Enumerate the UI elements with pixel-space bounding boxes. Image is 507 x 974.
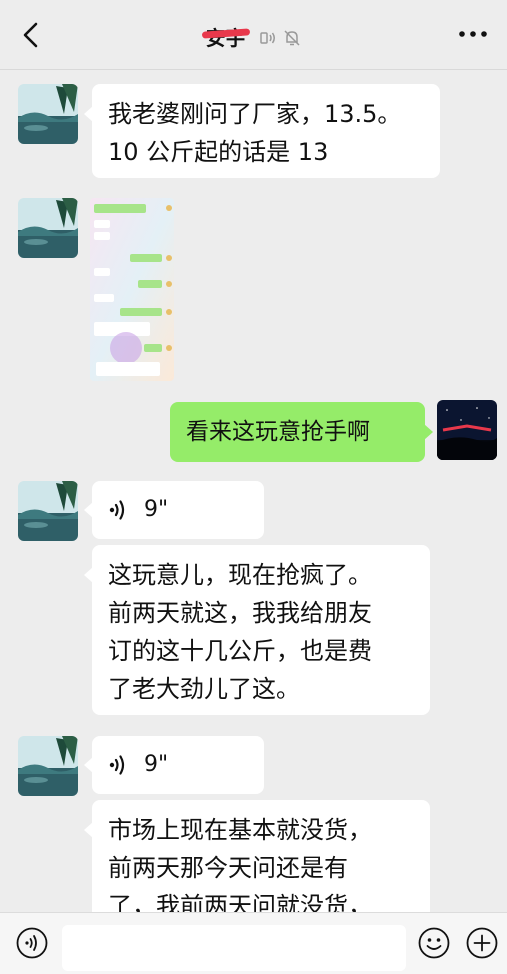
message-list[interactable]: 我老婆刚问了厂家，13.5。 10 公斤起的话是 13 看来这玩意抢手啊 9" … bbox=[0, 71, 507, 912]
message-text: 了老大劲儿了这。 bbox=[108, 675, 300, 703]
chat-input-bar bbox=[0, 912, 507, 974]
contact-avatar[interactable] bbox=[18, 481, 78, 541]
image-message[interactable] bbox=[90, 198, 174, 381]
message-text: 订的这十几公斤，也是费 bbox=[108, 637, 372, 665]
more-dots-icon[interactable] bbox=[457, 24, 489, 44]
message-text: 市场上现在基本就没货， bbox=[108, 816, 372, 844]
message-bubble[interactable]: 我老婆刚问了厂家，13.5。 10 公斤起的话是 13 bbox=[84, 84, 440, 178]
chat-header: 安宇 bbox=[0, 0, 507, 70]
message-text: 我老婆刚问了厂家，13.5。 bbox=[108, 100, 402, 128]
message-text: 前两天就这，我我给朋友 bbox=[108, 599, 372, 627]
voice-message[interactable]: 9" bbox=[84, 736, 264, 794]
mute-bell-icon bbox=[284, 29, 300, 46]
plus-icon[interactable] bbox=[466, 927, 498, 959]
message-text: 这玩意儿，现在抢疯了。 bbox=[108, 561, 372, 589]
voice-mode-icon bbox=[259, 31, 275, 44]
voice-message[interactable]: 9" bbox=[84, 481, 264, 539]
contact-avatar[interactable] bbox=[18, 84, 78, 144]
chat-title: 安宇 bbox=[206, 22, 246, 51]
title-status-icons bbox=[259, 28, 302, 52]
message-bubble[interactable]: 市场上现在基本就没货， 前两天那今天问还是有 了，我前两天问就没货， bbox=[84, 800, 430, 912]
my-avatar[interactable] bbox=[437, 400, 497, 460]
voice-duration: 9" bbox=[144, 752, 169, 777]
message-text: 看来这玩意抢手啊 bbox=[186, 419, 370, 445]
voice-duration: 9" bbox=[144, 497, 169, 522]
message-text: 了，我前两天问就没货， bbox=[108, 892, 372, 912]
voice-wave-icon bbox=[109, 500, 125, 520]
voice-wave-icon bbox=[109, 755, 125, 775]
message-bubble[interactable]: 这玩意儿，现在抢疯了。 前两天就这，我我给朋友 订的这十几公斤，也是费 了老大劲… bbox=[84, 545, 430, 715]
emoji-icon[interactable] bbox=[418, 927, 450, 959]
message-text: 10 公斤起的话是 13 bbox=[108, 138, 329, 166]
chat-title-area: 安宇 bbox=[0, 22, 507, 52]
voice-input-icon[interactable] bbox=[16, 927, 48, 959]
message-text: 前两天那今天问还是有 bbox=[108, 854, 348, 882]
contact-avatar[interactable] bbox=[18, 198, 78, 258]
contact-avatar[interactable] bbox=[18, 736, 78, 796]
message-input[interactable] bbox=[62, 925, 406, 971]
my-message-bubble[interactable]: 看来这玩意抢手啊 bbox=[170, 402, 433, 462]
